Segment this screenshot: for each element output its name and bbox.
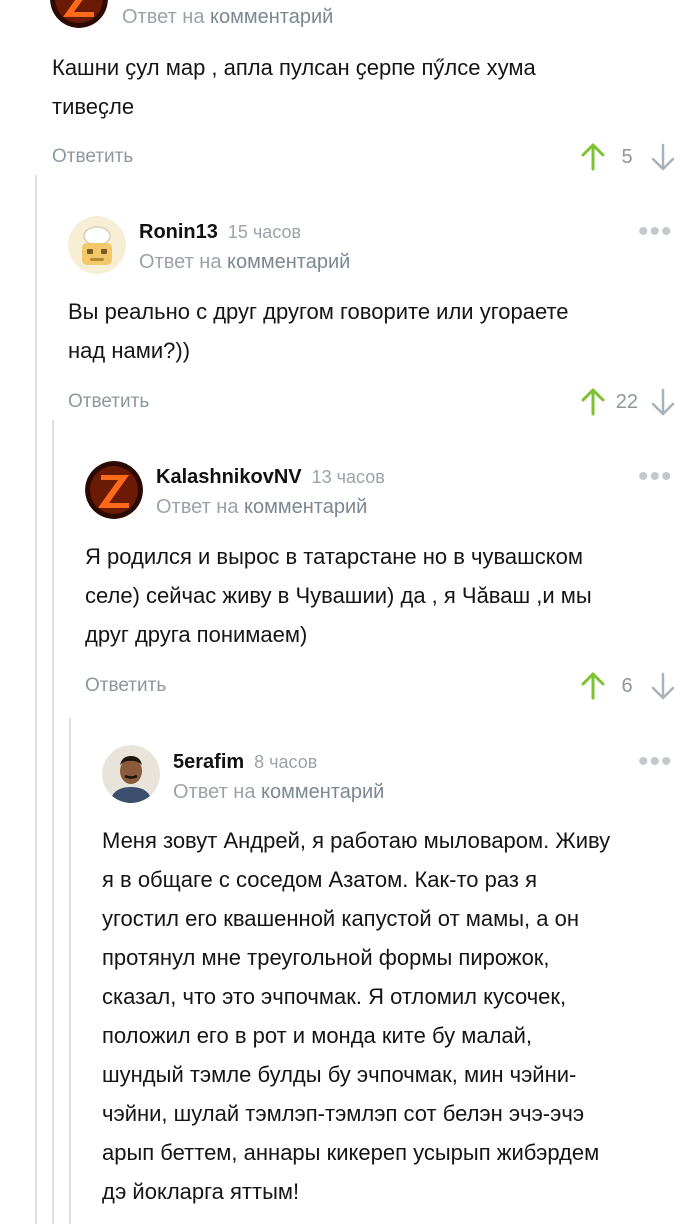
arrow-down-icon[interactable] <box>650 672 676 700</box>
thread-line <box>35 175 37 1224</box>
parent-comment-link[interactable]: комментарий <box>210 6 333 28</box>
timestamp: 15 часов <box>227 222 302 242</box>
photo-avatar-icon[interactable] <box>102 745 160 803</box>
more-dots-icon[interactable]: ••• <box>638 217 673 247</box>
reply-to-label: Ответ на комментарий <box>173 781 385 803</box>
username[interactable]: Ronin13 15 часов <box>139 221 301 244</box>
username[interactable]: 5erafim 8 часов <box>173 751 317 774</box>
parent-comment-link[interactable]: комментарий <box>261 781 384 803</box>
vote-widget: 22 <box>580 388 676 416</box>
parent-comment-link[interactable]: комментарий <box>227 251 350 273</box>
comment-text: Вы реально с друг другом говорите или уг… <box>68 299 569 363</box>
reply-button[interactable]: Ответить <box>52 146 133 168</box>
vote-count: 6 <box>621 674 633 697</box>
timestamp: 13 часов <box>311 467 385 487</box>
comment-text: Я родился и вырос в татарстане но в чува… <box>85 544 592 647</box>
comment-text: Кашни ҫул мар , апла пулсан ҫерпе пӳлсе … <box>52 55 536 119</box>
reply-button[interactable]: Ответить <box>68 391 149 413</box>
arrow-up-icon[interactable] <box>580 672 606 700</box>
thread-line <box>69 718 71 1224</box>
arrow-up-icon[interactable] <box>580 388 606 416</box>
reply-button[interactable]: Ответить <box>85 675 166 697</box>
arrow-down-icon[interactable] <box>650 143 676 171</box>
arrow-up-icon[interactable] <box>580 143 606 171</box>
reply-to-label: Ответ на комментарий <box>156 496 368 518</box>
thread-line <box>52 420 54 1224</box>
more-dots-icon[interactable]: ••• <box>638 462 673 492</box>
z-logo-avatar-icon[interactable] <box>50 0 108 28</box>
reply-to-label: Ответ на комментарий <box>139 251 351 273</box>
username[interactable]: KalashnikovNV 13 часов <box>156 466 385 489</box>
vote-widget: 5 <box>580 143 676 171</box>
arrow-down-icon[interactable] <box>650 388 676 416</box>
cartoon-avatar-icon[interactable] <box>68 216 126 274</box>
z-logo-avatar-icon[interactable] <box>85 461 143 519</box>
vote-widget: 6 <box>580 672 676 700</box>
vote-count: 22 <box>615 390 638 413</box>
vote-count: 5 <box>621 145 633 168</box>
more-dots-icon[interactable]: ••• <box>638 747 673 777</box>
timestamp: 8 часов <box>254 752 318 772</box>
reply-to-label: Ответ на комментарий <box>122 6 334 28</box>
parent-comment-link[interactable]: комментарий <box>244 496 367 518</box>
comment-text: Меня зовут Андрей, я работаю мыловаром. … <box>102 828 611 1204</box>
